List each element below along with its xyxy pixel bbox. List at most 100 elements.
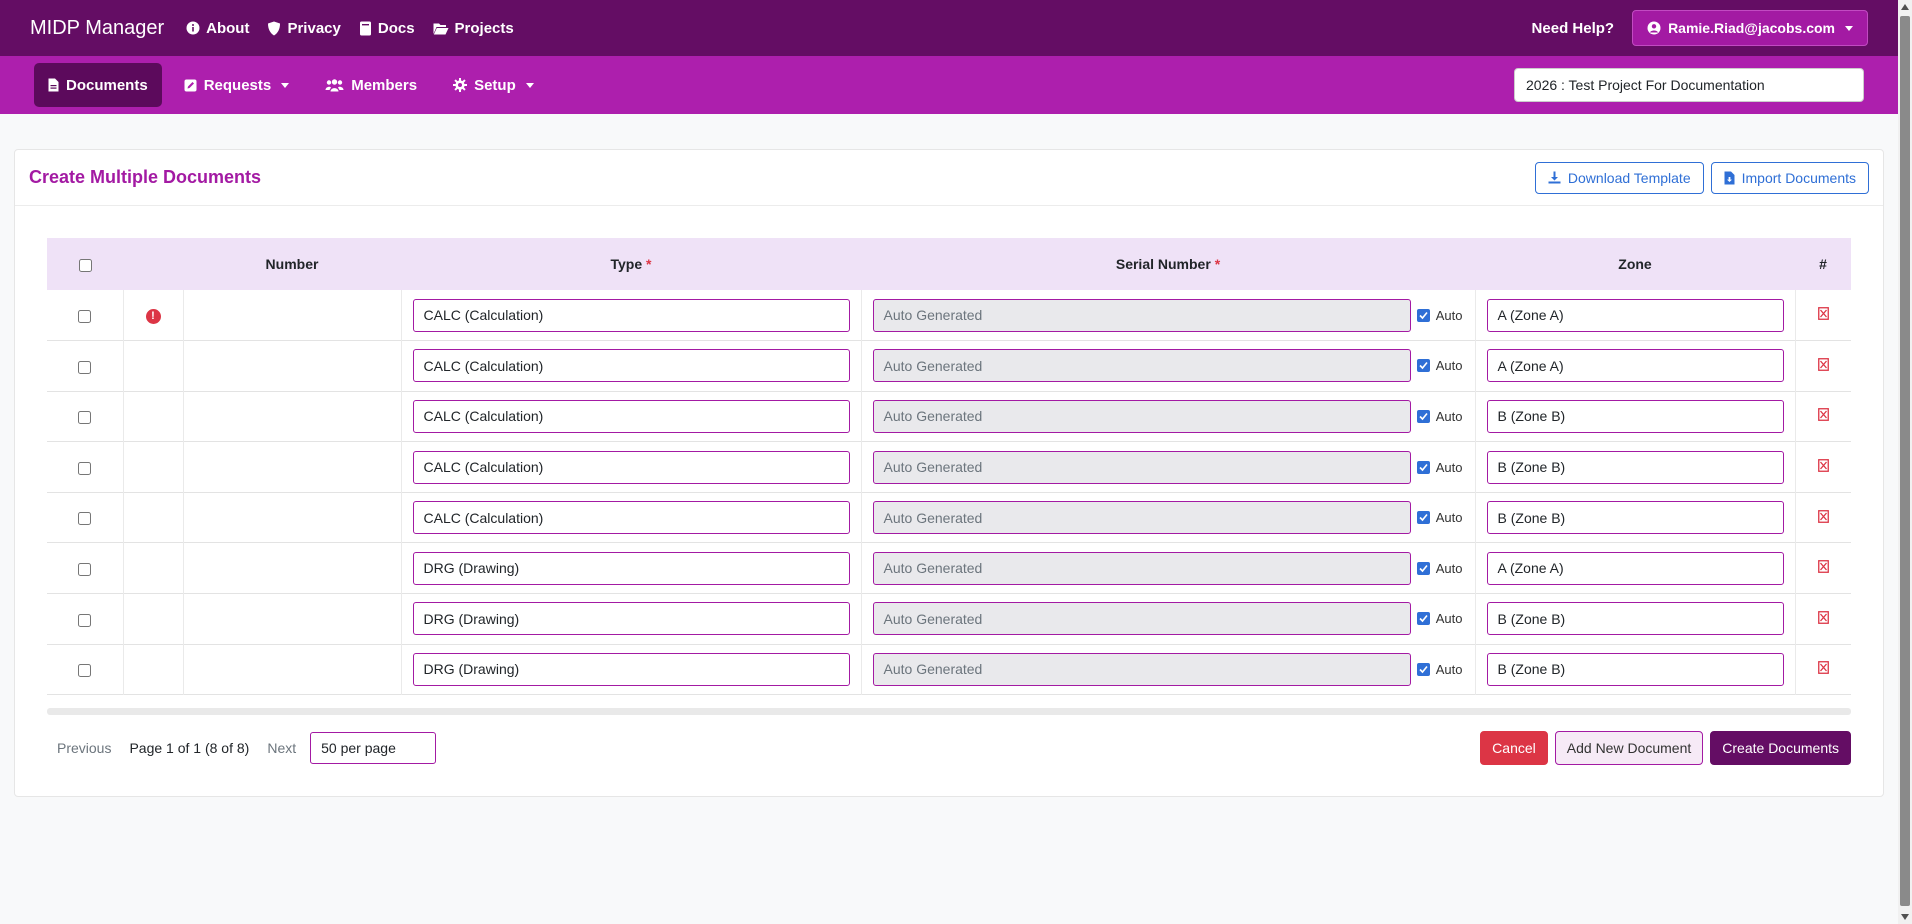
auto-label: Auto: [1435, 611, 1463, 627]
tab-members[interactable]: Members: [311, 63, 431, 107]
row-checkbox[interactable]: [78, 309, 92, 323]
error-icon[interactable]: !: [145, 308, 161, 324]
row-serial-cell: Auto Generated Auto: [861, 492, 1476, 543]
form-actions: Cancel Add New Document Create Documents: [1480, 731, 1851, 765]
delete-row-icon[interactable]: [1817, 357, 1829, 371]
number-header: Number: [183, 238, 401, 290]
previous-page-link[interactable]: Previous: [47, 740, 121, 756]
scroll-up-icon[interactable]: [1901, 4, 1909, 10]
row-number-cell: [183, 290, 402, 341]
row-checkbox[interactable]: [78, 613, 92, 627]
row-number-cell: [183, 542, 402, 594]
create-documents-button[interactable]: Create Documents: [1710, 731, 1851, 765]
row-serial-cell: Auto Generated Auto: [861, 290, 1476, 341]
row-checkbox[interactable]: [78, 411, 92, 425]
table-footer: Previous Page 1 of 1 (8 of 8) Next 50 pe…: [47, 730, 1851, 766]
type-select[interactable]: DRG (Drawing): [412, 551, 850, 585]
delete-row-icon[interactable]: [1817, 408, 1829, 422]
row-type-cell: DRG (Drawing): [401, 542, 862, 594]
serial-number-input: Auto Generated: [872, 399, 1411, 433]
type-select[interactable]: DRG (Drawing): [412, 652, 850, 686]
auto-checkbox[interactable]: [1416, 460, 1430, 474]
serial-number-input: Auto Generated: [872, 450, 1411, 484]
project-selector[interactable]: 2026 : Test Project For Documentation: [1514, 68, 1864, 102]
type-select[interactable]: CALC (Calculation): [412, 399, 850, 433]
auto-checkbox[interactable]: [1416, 308, 1430, 322]
auto-checkbox[interactable]: [1416, 561, 1430, 575]
row-serial-cell: Auto Generated Auto: [861, 542, 1476, 594]
type-select[interactable]: CALC (Calculation): [412, 501, 850, 535]
page-scrollbar[interactable]: [1898, 0, 1912, 924]
scrollbar-thumb[interactable]: [1900, 16, 1910, 906]
type-header-label: Type: [610, 256, 643, 272]
auto-checkbox[interactable]: [1416, 359, 1430, 373]
auto-checkbox[interactable]: [1416, 511, 1430, 525]
row-select-cell: [47, 290, 124, 341]
type-select[interactable]: CALC (Calculation): [412, 349, 850, 383]
zone-select[interactable]: B (Zone B): [1486, 450, 1784, 484]
auto-checkbox[interactable]: [1416, 662, 1430, 676]
scroll-down-icon[interactable]: [1901, 914, 1909, 920]
nav-about-link[interactable]: About: [186, 20, 249, 37]
nav-docs-link[interactable]: Docs: [359, 20, 415, 37]
delete-row-icon[interactable]: [1817, 509, 1829, 523]
zone-select[interactable]: B (Zone B): [1486, 399, 1784, 433]
add-new-document-button[interactable]: Add New Document: [1554, 731, 1704, 765]
check-icon: [1419, 311, 1428, 319]
import-documents-button[interactable]: Import Documents: [1710, 161, 1869, 194]
row-checkbox[interactable]: [78, 664, 92, 678]
row-checkbox[interactable]: [78, 563, 92, 577]
serial-header-label: Serial Number: [1115, 256, 1211, 272]
auto-checkbox[interactable]: [1416, 612, 1430, 626]
delete-row-icon[interactable]: [1817, 610, 1829, 624]
next-page-link[interactable]: Next: [257, 740, 306, 756]
delete-row-icon[interactable]: [1817, 459, 1829, 472]
zone-select[interactable]: A (Zone A): [1486, 298, 1784, 332]
row-remove-cell: [1795, 492, 1851, 543]
row-type-cell: CALC (Calculation): [401, 290, 862, 341]
user-menu-button[interactable]: Ramie.Riad@jacobs.com: [1632, 10, 1868, 46]
nav-projects-link[interactable]: Projects: [433, 20, 514, 37]
zone-select[interactable]: B (Zone B): [1486, 602, 1784, 636]
row-serial-cell: Auto Generated Auto: [861, 593, 1476, 645]
row-type-cell: CALC (Calculation): [401, 441, 862, 493]
row-checkbox[interactable]: [78, 461, 92, 475]
table-row: ! CALC (Calculation) Auto Generated Auto…: [47, 290, 1851, 341]
select-all-checkbox[interactable]: [78, 258, 92, 272]
need-help-link[interactable]: Need Help?: [1532, 20, 1615, 37]
delete-row-icon[interactable]: [1817, 307, 1829, 320]
nav-privacy-link[interactable]: Privacy: [267, 20, 341, 37]
delete-row-icon[interactable]: [1817, 661, 1829, 675]
row-select-cell: [47, 340, 124, 392]
gear-icon: [453, 78, 468, 92]
file-import-icon: [1724, 171, 1735, 184]
info-icon: [186, 21, 200, 35]
row-number-cell: [183, 391, 402, 442]
per-page-select[interactable]: 50 per page: [310, 732, 437, 764]
top-right-area: Need Help? Ramie.Riad@jacobs.com: [1532, 10, 1868, 46]
delete-row-icon[interactable]: [1817, 560, 1829, 574]
zone-select[interactable]: A (Zone A): [1486, 551, 1784, 585]
table-row: CALC (Calculation) Auto Generated Auto A…: [47, 340, 1851, 392]
row-number-cell: [183, 593, 402, 645]
brand-title[interactable]: MIDP Manager: [30, 17, 164, 40]
auto-checkbox[interactable]: [1416, 409, 1430, 423]
row-type-cell: CALC (Calculation): [401, 340, 862, 392]
download-template-button[interactable]: Download Template: [1534, 161, 1704, 194]
zone-select[interactable]: B (Zone B): [1486, 501, 1784, 535]
nav-docs-label: Docs: [377, 19, 415, 37]
check-icon: [1419, 362, 1428, 370]
row-checkbox[interactable]: [78, 512, 92, 526]
secondary-navbar: Documents Requests Members Setup 2026 : …: [0, 56, 1898, 114]
zone-select[interactable]: A (Zone A): [1486, 349, 1784, 383]
type-select[interactable]: CALC (Calculation): [412, 450, 850, 484]
type-select[interactable]: DRG (Drawing): [412, 602, 850, 636]
tab-documents[interactable]: Documents: [34, 63, 162, 107]
row-checkbox[interactable]: [78, 360, 92, 374]
zone-select[interactable]: B (Zone B): [1486, 652, 1784, 686]
type-select[interactable]: CALC (Calculation): [412, 298, 850, 332]
table-horizontal-scrollbar[interactable]: [47, 708, 1851, 715]
tab-setup[interactable]: Setup: [439, 63, 548, 107]
cancel-button[interactable]: Cancel: [1480, 731, 1548, 765]
tab-requests[interactable]: Requests: [170, 63, 304, 107]
